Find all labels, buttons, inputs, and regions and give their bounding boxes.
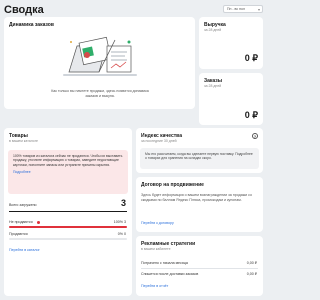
dynamics-card: Динамика заказов Как только вы начнете п… <box>4 17 195 109</box>
products-alert-text: 100% товаров из каталога сейчас не прода… <box>13 154 123 167</box>
page-title: Сводка <box>4 4 44 16</box>
not-selling-bar-fill <box>9 226 127 228</box>
ads-pending-value: 0,00 ₽ <box>246 272 257 276</box>
quality-subtitle: за последние 30 дней <box>141 139 177 143</box>
ads-card: Рекламные стратегии в вашем кабинете Пот… <box>136 236 263 296</box>
products-alert: 100% товаров из каталога сейчас не прода… <box>8 150 128 194</box>
ads-spent-value: 0,00 ₽ <box>246 261 257 265</box>
dynamics-title: Динамика заказов <box>9 22 54 28</box>
products-subtitle: в вашем каталоге <box>9 139 38 143</box>
ads-pending-label: Спишется после доставки заказов <box>141 272 199 276</box>
dynamics-empty-text: Как только вы начнете продажи, здесь поя… <box>51 89 149 98</box>
total-underline <box>9 211 127 212</box>
ads-report-link[interactable]: Перейти в отчёт <box>141 284 168 288</box>
not-selling-dot-icon <box>37 221 40 224</box>
selling-label: Продаются <box>9 232 28 236</box>
orders-value: 0 ₽ <box>244 110 258 120</box>
total-loaded-value: 3 <box>120 198 126 208</box>
not-selling-value: 100% 3 <box>113 220 126 224</box>
help-icon[interactable]: ? <box>252 133 258 139</box>
quality-card: Индекс качества за последние 30 дней ? М… <box>136 128 263 173</box>
quality-info-box: Мы его рассчитаем, когда вы сделаете пер… <box>140 148 259 169</box>
ads-subtitle: в вашем кабинете <box>141 247 171 251</box>
chevron-down-icon: ▾ <box>257 7 260 12</box>
revenue-value: 0 ₽ <box>244 53 258 63</box>
contract-card: Договор на продвижение Здесь будет инфор… <box>136 177 263 232</box>
selling-bar <box>9 238 127 240</box>
ads-row-divider <box>141 268 258 269</box>
not-selling-label: Не продаются <box>9 220 33 224</box>
contract-link[interactable]: Перейти к договору <box>141 221 174 225</box>
revenue-subtitle: за 28 дней <box>204 28 222 32</box>
catalog-link[interactable]: Перейти в каталог <box>9 248 40 252</box>
contract-title: Договор на продвижение <box>141 182 204 188</box>
products-alert-link[interactable]: Подробнее <box>13 170 123 174</box>
total-loaded-label: Всего загружено <box>9 203 37 207</box>
quality-info-text: Мы его рассчитаем, когда вы сделаете пер… <box>145 152 253 161</box>
revenue-card: Выручка за 28 дней 0 ₽ <box>199 17 263 69</box>
orders-card: Заказы за 28 дней 0 ₽ <box>199 73 263 125</box>
date-range-select[interactable]: Пн - вс пол ▾ <box>223 5 263 13</box>
selling-value: 0% 0 <box>117 232 126 236</box>
orders-subtitle: за 28 дней <box>204 84 222 88</box>
products-card: Товары в вашем каталоге 100% товаров из … <box>4 128 132 296</box>
contract-text: Здесь будет информация о вашем вознаграж… <box>141 193 252 202</box>
empty-orders-illustration <box>63 36 137 76</box>
ads-spent-label: Потрачено с начала месяца <box>141 261 188 265</box>
date-range-label: Пн - вс пол <box>227 7 245 11</box>
